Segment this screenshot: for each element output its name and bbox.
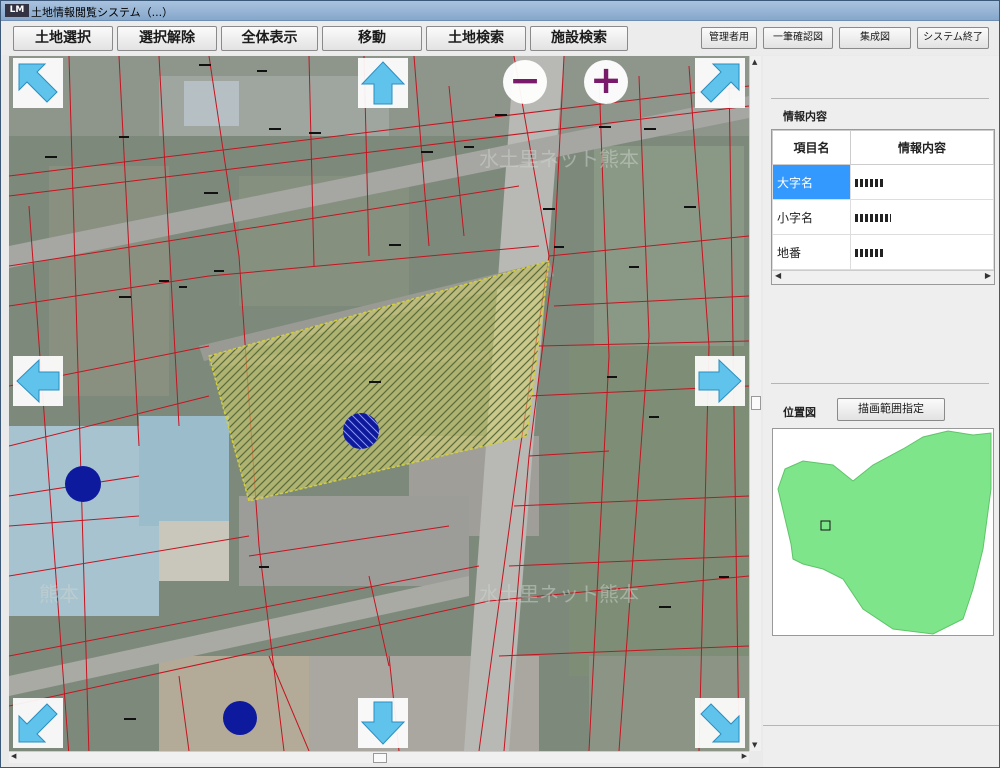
location-section-title: 位置図 xyxy=(783,406,816,419)
map-vertical-scrollbar[interactable]: ▲ ▼ xyxy=(749,56,761,751)
composite-map-button[interactable]: 集成図 xyxy=(839,27,911,49)
pan-down-arrow-icon[interactable] xyxy=(358,698,408,748)
exit-system-button[interactable]: システム終了 xyxy=(917,27,989,49)
redacted-value xyxy=(855,213,891,222)
title-bar: LM 土地情報閲覧システム（...） xyxy=(1,1,999,21)
minimap-shape xyxy=(777,430,992,635)
info-section-title: 情報内容 xyxy=(783,110,827,123)
divider xyxy=(763,725,999,726)
scroll-up-icon[interactable]: ▲ xyxy=(752,58,757,66)
map-horizontal-scrollbar[interactable]: ◀ ▶ xyxy=(9,751,749,763)
row-label[interactable]: 大字名 xyxy=(772,164,851,200)
show-all-button[interactable]: 全体表示 xyxy=(221,26,318,51)
app-window: LM 土地情報閲覧システム（...） 土地選択 選択解除 全体表示 移動 土地検… xyxy=(0,0,1000,768)
facility-search-button[interactable]: 施設検索 xyxy=(530,26,628,51)
table-row[interactable]: 地番 xyxy=(772,234,994,270)
pan-down-right-arrow-icon[interactable] xyxy=(695,698,745,748)
grid-horizontal-scrollbar[interactable]: ◀ ▶ xyxy=(772,270,994,284)
info-grid[interactable]: 項目名 情報内容 大字名 小字名 地番 ◀ ▶ xyxy=(771,129,995,285)
zoom-in-button[interactable]: + xyxy=(584,60,628,104)
scroll-left-icon[interactable]: ◀ xyxy=(11,752,16,760)
aerial-map[interactable]: 水土里ネット熊本 水土里ネット熊本 熊本 − + xyxy=(9,56,749,751)
watermark-3: 熊本 xyxy=(39,582,79,606)
pan-left-arrow-icon[interactable] xyxy=(13,356,63,406)
redacted-value xyxy=(855,178,885,187)
pan-up-left-arrow-icon[interactable] xyxy=(13,58,63,108)
pan-down-left-arrow-icon[interactable] xyxy=(13,698,63,748)
row-label[interactable]: 小字名 xyxy=(772,199,851,235)
parcel-check-map-button[interactable]: 一筆確認図 xyxy=(763,27,833,49)
map-canvas: 水土里ネット熊本 水土里ネット熊本 熊本 xyxy=(9,56,749,751)
admin-button[interactable]: 管理者用 xyxy=(701,27,757,49)
pan-up-arrow-icon[interactable] xyxy=(358,58,408,108)
row-value[interactable] xyxy=(850,199,994,235)
toolbar: 土地選択 選択解除 全体表示 移動 土地検索 施設検索 管理者用 一筆確認図 集… xyxy=(1,21,999,55)
scroll-right-icon[interactable]: ▶ xyxy=(985,271,991,280)
table-row[interactable]: 大字名 xyxy=(772,164,994,200)
watermark-1: 水土里ネット熊本 xyxy=(479,147,639,171)
window-title: 土地情報閲覧システム（...） xyxy=(31,6,174,19)
divider xyxy=(771,98,989,99)
table-row[interactable]: 小字名 xyxy=(772,199,994,235)
grid-header-item: 項目名 xyxy=(772,130,851,165)
row-value[interactable] xyxy=(850,234,994,270)
scroll-right-icon[interactable]: ▶ xyxy=(742,752,747,760)
land-select-button[interactable]: 土地選択 xyxy=(13,26,113,51)
divider xyxy=(771,383,989,384)
horizontal-scroll-thumb[interactable] xyxy=(373,753,387,763)
clear-selection-button[interactable]: 選択解除 xyxy=(117,26,217,51)
vertical-scroll-thumb[interactable] xyxy=(751,396,761,410)
scroll-left-icon[interactable]: ◀ xyxy=(775,271,781,280)
watermark-2: 水土里ネット熊本 xyxy=(479,582,639,606)
zoom-out-button[interactable]: − xyxy=(503,60,547,104)
row-value[interactable] xyxy=(850,164,994,200)
scroll-down-icon[interactable]: ▼ xyxy=(752,741,757,749)
redacted-value xyxy=(855,248,883,257)
pan-up-right-arrow-icon[interactable] xyxy=(695,58,745,108)
row-label[interactable]: 地番 xyxy=(772,234,851,270)
draw-range-button[interactable]: 描画範囲指定 xyxy=(837,398,945,421)
land-search-button[interactable]: 土地検索 xyxy=(426,26,526,51)
app-icon: LM xyxy=(5,4,29,17)
pan-right-arrow-icon[interactable] xyxy=(695,356,745,406)
grid-header-content: 情報内容 xyxy=(850,130,994,165)
location-minimap[interactable] xyxy=(772,428,994,636)
move-button[interactable]: 移動 xyxy=(322,26,422,51)
